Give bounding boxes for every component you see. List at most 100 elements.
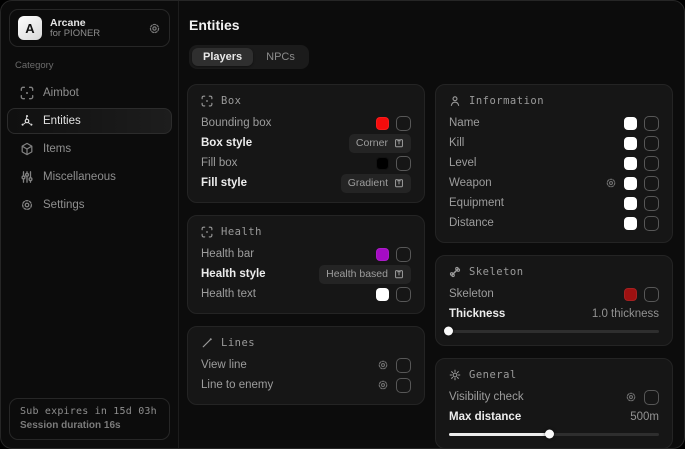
cube-icon [20, 142, 34, 156]
sidebar-item-label: Aimbot [43, 87, 79, 99]
app-window: A Arcane for PIONER Category Aimbot Enti… [0, 0, 685, 449]
sidebar-item-label: Settings [43, 199, 85, 211]
tab-npcs[interactable]: NPCs [255, 48, 306, 66]
color-swatch[interactable] [624, 288, 637, 301]
card-title: Lines [221, 337, 255, 349]
left-column: Box Bounding box Box style Corner [187, 84, 425, 449]
sidebar-item-entities[interactable]: Entities [7, 108, 172, 134]
sidebar: A Arcane for PIONER Category Aimbot Enti… [1, 1, 179, 448]
sidebar-item-label: Miscellaneous [43, 171, 116, 183]
sidebar-item-settings[interactable]: Settings [7, 192, 172, 218]
information-card: Information Name Kill [435, 84, 673, 243]
card-title: Health [221, 226, 262, 238]
diagonal-line-icon [201, 337, 213, 349]
color-swatch[interactable] [624, 157, 637, 170]
setting-row-distance: Distance [449, 213, 659, 233]
sidebar-item-miscellaneous[interactable]: Miscellaneous [7, 164, 172, 190]
health-card: Health Health bar Health style Health ba… [187, 215, 425, 314]
cards-grid: Box Bounding box Box style Corner [187, 84, 673, 449]
expand-icon [394, 269, 404, 279]
setting-row-health-style: Health style Health based [201, 264, 411, 284]
level-checkbox[interactable] [644, 156, 659, 171]
card-title: General [469, 369, 517, 381]
session-duration-text: Session duration 16s [20, 420, 159, 431]
visibility-check-checkbox[interactable] [644, 390, 659, 405]
fill-style-dropdown[interactable]: Gradient [341, 174, 411, 193]
setting-row-name: Name [449, 113, 659, 133]
sub-expires-text: Sub expires in 15d 03h [20, 406, 159, 417]
slider-handle[interactable] [444, 327, 453, 336]
color-swatch[interactable] [624, 217, 637, 230]
setting-row-kill: Kill [449, 133, 659, 153]
setting-row-bounding-box: Bounding box [201, 113, 411, 133]
main-content: Entities Players NPCs Box Bounding box [179, 1, 685, 448]
color-swatch[interactable] [376, 157, 389, 170]
sliders-icon [20, 170, 34, 184]
max-distance-value: 500m [630, 411, 659, 423]
equipment-checkbox[interactable] [644, 196, 659, 211]
skeleton-checkbox[interactable] [644, 287, 659, 302]
setting-row-equipment: Equipment [449, 193, 659, 213]
name-checkbox[interactable] [644, 116, 659, 131]
person-icon [449, 95, 461, 107]
color-swatch[interactable] [376, 117, 389, 130]
gear-icon[interactable] [377, 359, 389, 371]
sidebar-item-items[interactable]: Items [7, 136, 172, 162]
general-card: General Visibility check Max distance [435, 358, 673, 449]
health-text-checkbox[interactable] [396, 287, 411, 302]
setting-row-max-distance: Max distance 500m [449, 407, 659, 427]
weapon-checkbox[interactable] [644, 176, 659, 191]
bounding-box-checkbox[interactable] [396, 116, 411, 131]
bounding-box-icon [201, 226, 213, 238]
setting-row-health-bar: Health bar [201, 244, 411, 264]
health-style-dropdown[interactable]: Health based [319, 265, 411, 284]
box-style-dropdown[interactable]: Corner [349, 134, 411, 153]
setting-row-thickness: Thickness 1.0 thickness [449, 304, 659, 324]
tab-players[interactable]: Players [192, 48, 253, 66]
expand-icon [394, 178, 404, 188]
card-title: Box [221, 95, 241, 107]
gear-icon[interactable] [377, 379, 389, 391]
color-swatch[interactable] [376, 248, 389, 261]
brand-card: A Arcane for PIONER [9, 9, 170, 47]
setting-row-level: Level [449, 153, 659, 173]
setting-row-visibility-check: Visibility check [449, 387, 659, 407]
color-swatch[interactable] [376, 288, 389, 301]
box-card: Box Bounding box Box style Corner [187, 84, 425, 203]
gear-icon[interactable] [605, 177, 617, 189]
line-to-enemy-checkbox[interactable] [396, 378, 411, 393]
card-title: Information [469, 95, 544, 107]
fill-box-checkbox[interactable] [396, 156, 411, 171]
max-distance-slider[interactable] [449, 429, 659, 439]
bounding-box-icon [201, 95, 213, 107]
setting-row-health-text: Health text [201, 284, 411, 304]
bone-icon [449, 266, 461, 278]
lines-card: Lines View line Line to enemy [187, 326, 425, 405]
expand-icon [394, 138, 404, 148]
skeleton-card: Skeleton Skeleton Thickness 1.0 thicknes… [435, 255, 673, 346]
thickness-slider[interactable] [449, 326, 659, 336]
app-subtitle: for PIONER [50, 29, 140, 40]
sidebar-item-aimbot[interactable]: Aimbot [7, 80, 172, 106]
tab-bar: Players NPCs [189, 45, 309, 69]
card-title: Skeleton [469, 266, 524, 278]
setting-row-weapon: Weapon [449, 173, 659, 193]
brand-gear-icon[interactable] [148, 22, 161, 35]
setting-row-skeleton: Skeleton [449, 284, 659, 304]
color-swatch[interactable] [624, 177, 637, 190]
color-swatch[interactable] [624, 197, 637, 210]
color-swatch[interactable] [624, 137, 637, 150]
setting-row-fill-style: Fill style Gradient [201, 173, 411, 193]
view-line-checkbox[interactable] [396, 358, 411, 373]
gear-icon [20, 198, 34, 212]
gear-icon[interactable] [625, 391, 637, 403]
kill-checkbox[interactable] [644, 136, 659, 151]
thickness-value: 1.0 thickness [592, 308, 659, 320]
setting-row-fill-box: Fill box [201, 153, 411, 173]
distance-checkbox[interactable] [644, 216, 659, 231]
health-bar-checkbox[interactable] [396, 247, 411, 262]
slider-handle[interactable] [545, 430, 554, 439]
color-swatch[interactable] [624, 117, 637, 130]
subscription-info-card: Sub expires in 15d 03h Session duration … [9, 398, 170, 440]
category-label: Category [15, 60, 164, 71]
